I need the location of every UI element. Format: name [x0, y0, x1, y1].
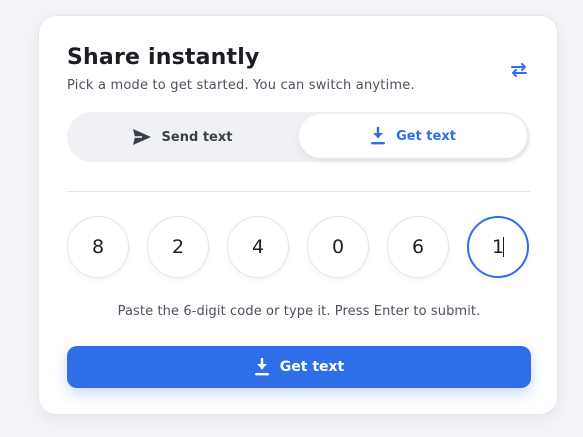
download-icon	[254, 358, 270, 376]
code-digit-5[interactable]: 6	[387, 216, 449, 278]
card-title: Share instantly	[67, 45, 260, 70]
get-text-button-label: Get text	[279, 359, 345, 375]
send-icon	[132, 128, 152, 146]
code-digit-2[interactable]: 2	[147, 216, 209, 278]
code-digit-6[interactable]: 1	[467, 216, 529, 278]
get-text-button[interactable]: Get text	[67, 346, 531, 388]
text-caret	[503, 237, 505, 257]
tab-send-text-label: Send text	[161, 129, 233, 145]
divider	[67, 191, 530, 192]
code-input-group: 8 2 4 0 6 1	[67, 216, 531, 280]
code-digit-1[interactable]: 8	[67, 216, 129, 278]
code-digit-4[interactable]: 0	[307, 216, 369, 278]
code-digit-3[interactable]: 4	[227, 216, 289, 278]
swap-arrows-icon	[509, 62, 529, 78]
tab-send-text[interactable]: Send text	[67, 112, 297, 162]
mode-switch: Send text Get text	[67, 112, 530, 162]
code-hint: Paste the 6-digit code or type it. Press…	[117, 304, 481, 319]
tab-get-text[interactable]: Get text	[299, 114, 527, 158]
swap-mode-button[interactable]	[505, 58, 533, 82]
share-card: Share instantly Pick a mode to get start…	[38, 15, 558, 415]
card-subtitle: Pick a mode to get started. You can swit…	[67, 78, 415, 93]
download-icon	[370, 127, 386, 145]
tab-get-text-label: Get text	[396, 128, 456, 144]
